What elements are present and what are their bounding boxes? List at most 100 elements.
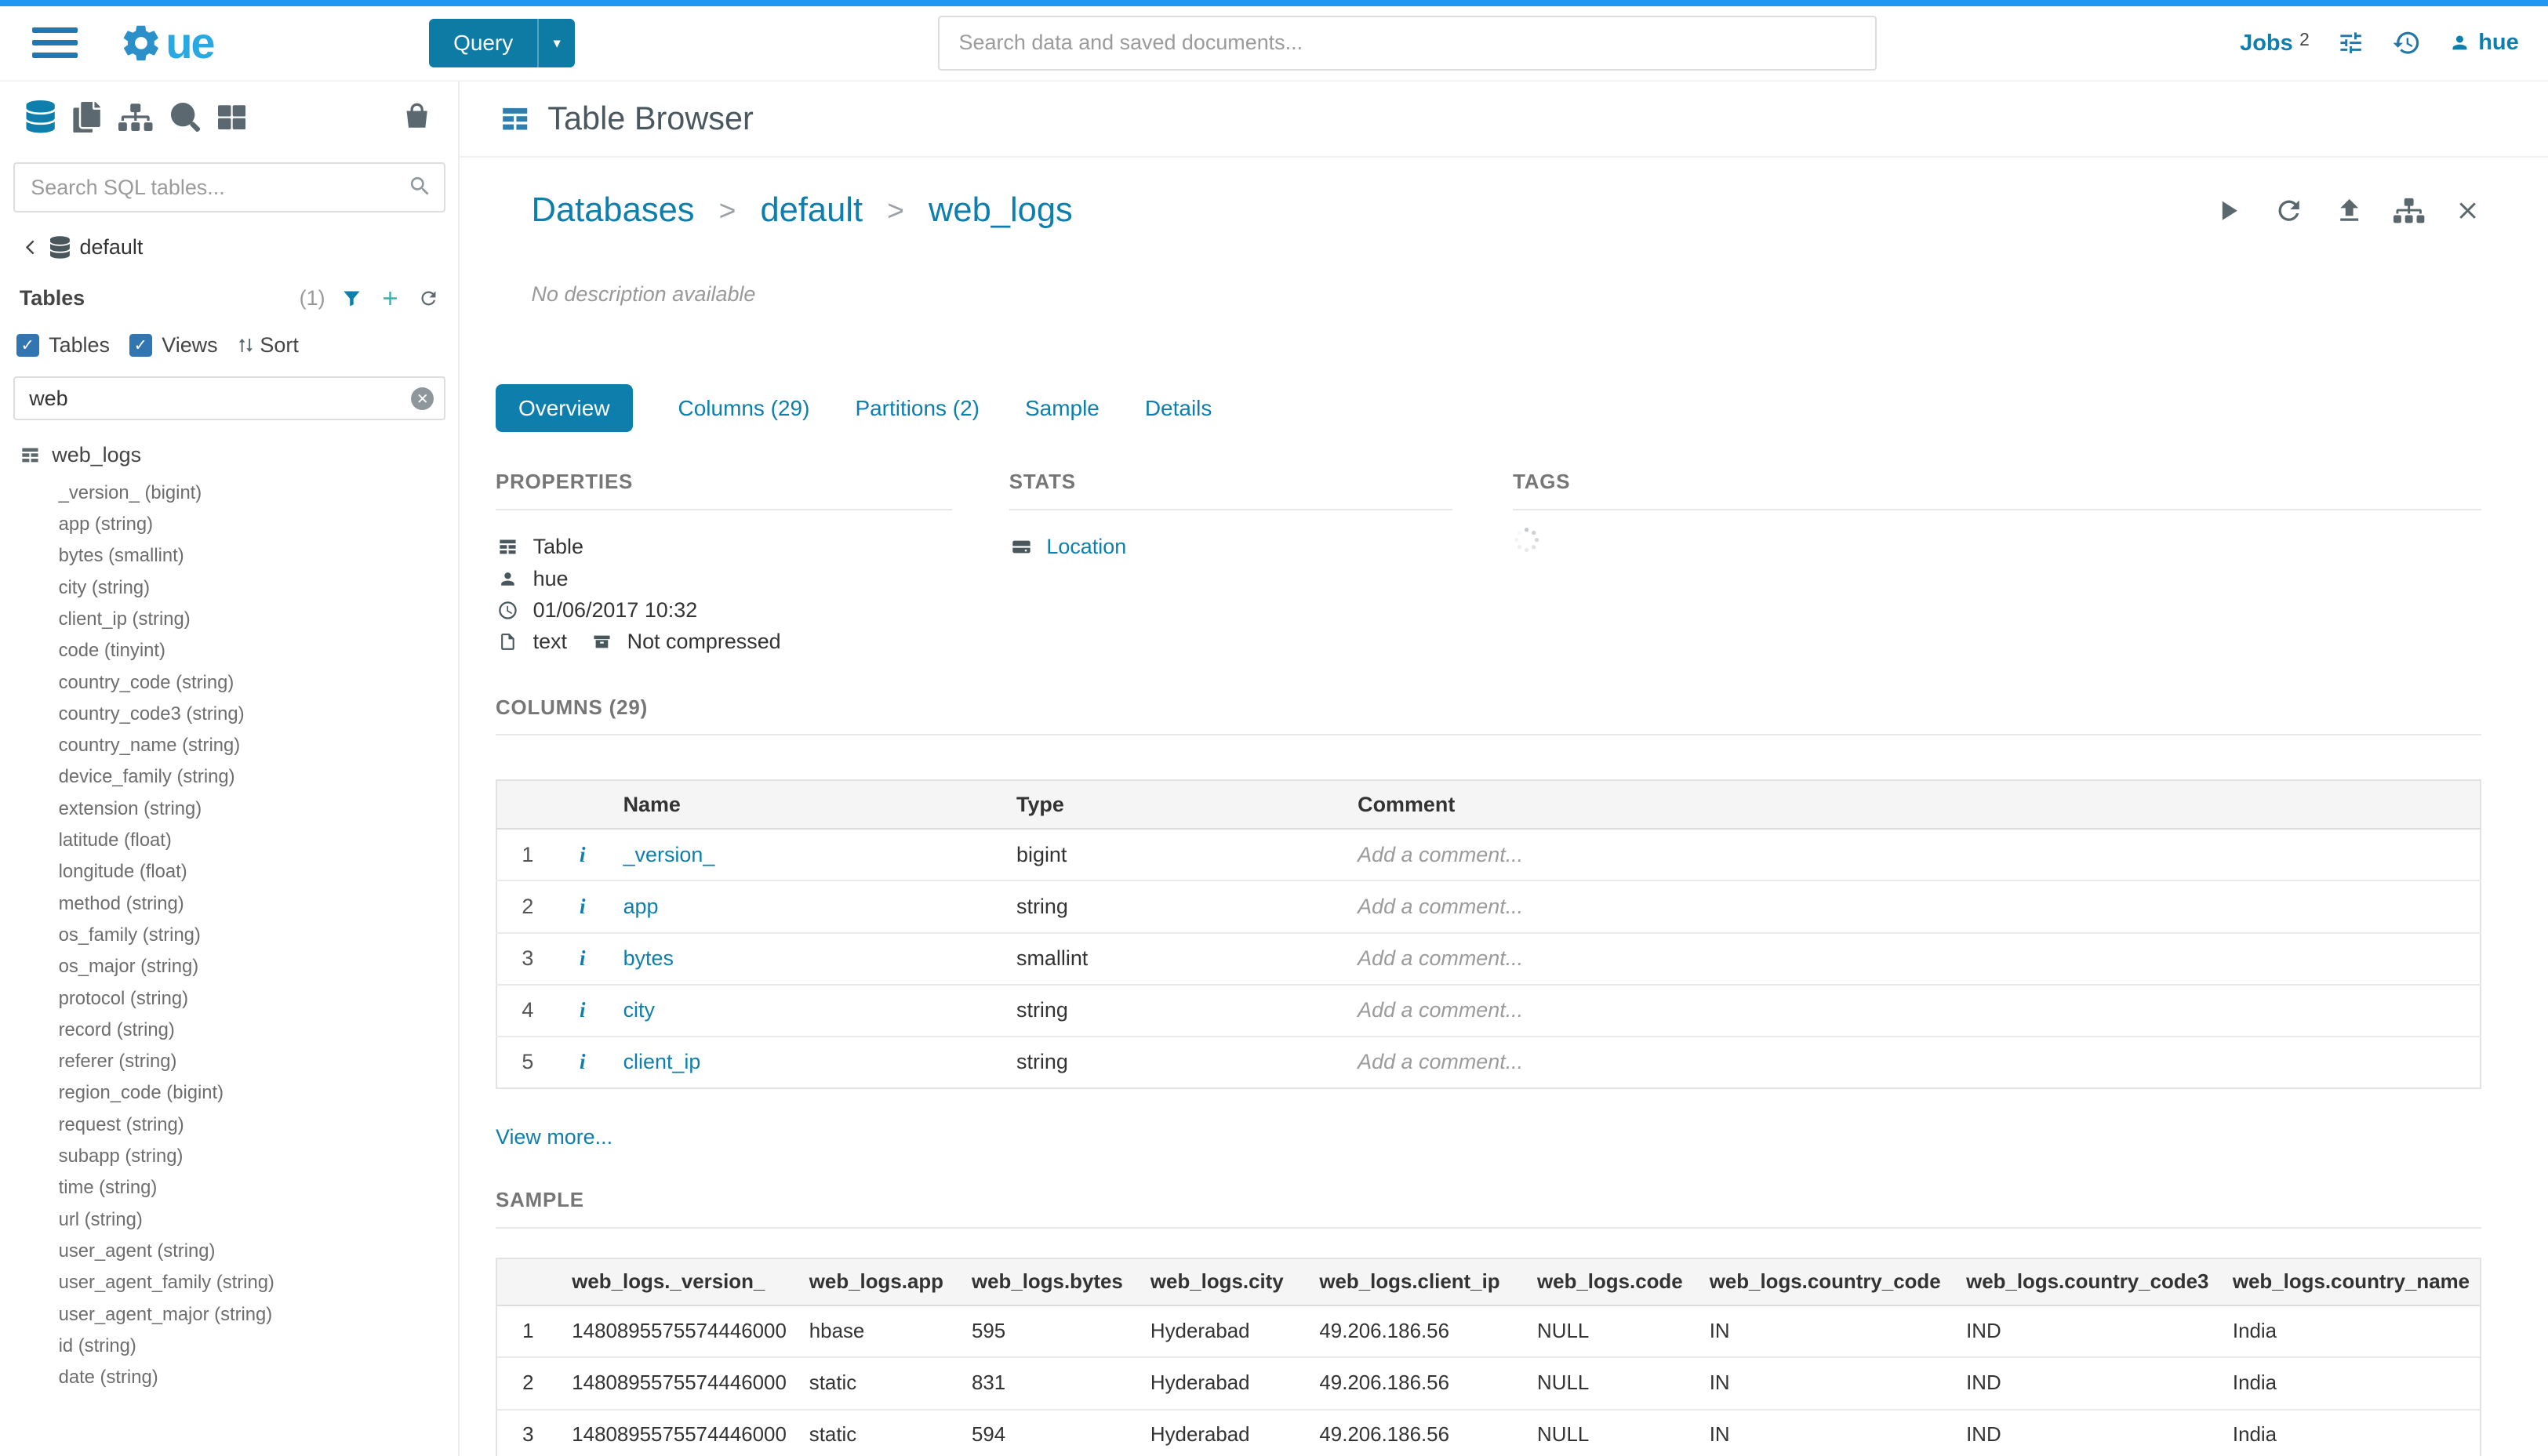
tree-column[interactable]: os_major (string) [20,951,459,982]
tab-overview[interactable]: Overview [496,384,633,432]
chevron-left-icon[interactable] [20,237,41,258]
tree-column[interactable]: _version_ (bigint) [20,477,459,509]
apps-grid-icon[interactable] [218,103,245,131]
column-comment[interactable]: Add a comment... [1341,829,2481,880]
current-database-name[interactable]: default [79,235,143,260]
column-name-link[interactable]: bytes [607,933,1000,985]
tree-column[interactable]: id (string) [20,1331,459,1362]
refresh-icon[interactable] [2274,195,2304,226]
hue-logo[interactable]: ue [120,17,289,68]
tree-column[interactable]: request (string) [20,1109,459,1141]
tab-sample[interactable]: Sample [1025,396,1100,421]
table-filter-input[interactable] [13,376,445,420]
tree-column[interactable]: device_family (string) [20,761,459,793]
sort-toggle[interactable]: Sort [237,333,298,358]
search-plus-icon[interactable] [171,103,200,132]
breadcrumb-default[interactable]: default [760,191,863,230]
upload-icon[interactable] [2334,195,2364,226]
sample-cell: NULL [1524,1305,1696,1357]
column-comment[interactable]: Add a comment... [1341,985,2481,1037]
tree-column[interactable]: subapp (string) [20,1141,459,1172]
tree-column[interactable]: user_agent_major (string) [20,1299,459,1331]
sample-table: web_logs._version_ web_logs.app web_logs… [497,1259,2481,1455]
tab-partitions[interactable]: Partitions (2) [855,396,980,421]
query-dropdown-caret-icon[interactable]: ▾ [537,19,575,67]
info-icon[interactable]: i [580,895,585,918]
tree-column[interactable]: latitude (float) [20,825,459,856]
column-type: bigint [1000,829,1341,880]
tree-column[interactable]: os_family (string) [20,920,459,951]
column-name-link[interactable]: client_ip [607,1037,1000,1088]
info-icon[interactable]: i [580,1050,585,1073]
tree-column[interactable]: time (string) [20,1172,459,1204]
info-icon[interactable]: i [580,946,585,970]
search-icon[interactable] [408,174,432,198]
column-comment[interactable]: Add a comment... [1341,1037,2481,1088]
documents-copy-icon[interactable] [73,102,100,133]
query-button-label[interactable]: Query [429,19,537,67]
tables-checkbox[interactable]: ✓ [16,334,39,357]
tree-column[interactable]: user_agent_family (string) [20,1267,459,1298]
views-checkbox[interactable]: ✓ [129,334,152,357]
column-comment[interactable]: Add a comment... [1341,933,2481,985]
user-menu[interactable]: hue [2449,30,2519,56]
table-icon [496,536,520,557]
sql-tables-search-input[interactable] [13,162,445,212]
column-name-link[interactable]: _version_ [607,829,1000,880]
tree-table-name: web_logs [52,443,141,467]
jobs-link[interactable]: Jobs2 [2240,29,2310,56]
info-icon[interactable]: i [580,843,585,866]
tree-column[interactable]: region_code (bigint) [20,1077,459,1109]
tree-column[interactable]: record (string) [20,1015,459,1046]
column-row: 4 i city string Add a comment... [496,985,2481,1037]
tree-column[interactable]: country_code3 (string) [20,699,459,730]
sample-cell: India [2219,1410,2471,1456]
sitemap-cluster-icon[interactable] [118,103,153,131]
tree-column[interactable]: date (string) [20,1362,459,1393]
tab-columns[interactable]: Columns (29) [678,396,810,421]
close-icon[interactable] [2454,197,2481,224]
tree-column[interactable]: protocol (string) [20,983,459,1015]
column-comment[interactable]: Add a comment... [1341,880,2481,932]
tree-column[interactable]: extension (string) [20,793,459,825]
tab-details[interactable]: Details [1145,396,1212,421]
tree-column[interactable]: client_ip (string) [20,604,459,635]
tree-column[interactable]: app (string) [20,509,459,540]
tree-column[interactable]: longitude (float) [20,856,459,888]
breadcrumb-web-logs[interactable]: web_logs [929,191,1073,230]
info-icon[interactable]: i [580,998,585,1022]
breadcrumb-databases[interactable]: Databases [532,191,695,230]
clear-filter-icon[interactable]: ✕ [411,387,434,410]
global-search-input[interactable] [938,16,1877,71]
property-entity-type: Table [496,532,952,563]
tree-column[interactable]: bytes (smallint) [20,540,459,572]
add-plus-icon[interactable] [379,287,402,310]
view-more-link[interactable]: View more... [496,1125,612,1149]
sliders-settings-icon[interactable] [2337,29,2364,56]
hamburger-menu-icon[interactable] [32,27,78,58]
filter-funnel-icon[interactable] [341,288,362,309]
column-row: 5 i client_ip string Add a comment... [496,1037,2481,1088]
tree-column[interactable]: city (string) [20,572,459,604]
tree-column[interactable]: code (tinyint) [20,635,459,666]
breadcrumb-separator: > [887,194,904,227]
refresh-icon[interactable] [418,288,439,309]
tree-column[interactable]: referer (string) [20,1046,459,1077]
column-row: 2 i app string Add a comment... [496,880,2481,932]
tree-column[interactable]: country_code (string) [20,667,459,699]
location-link[interactable]: Location [1046,535,1126,559]
tree-column[interactable]: user_agent (string) [20,1236,459,1267]
column-name-link[interactable]: app [607,880,1000,932]
query-button[interactable]: Query ▾ [429,19,575,67]
hierarchy-icon[interactable] [2394,198,2424,223]
tree-column[interactable]: method (string) [20,888,459,920]
tree-column[interactable]: url (string) [20,1204,459,1236]
basket-icon[interactable] [402,102,432,133]
history-icon[interactable] [2392,28,2421,57]
column-name-link[interactable]: city [607,985,1000,1037]
tree-column[interactable]: country_name (string) [20,730,459,761]
sql-database-icon[interactable] [26,100,55,133]
query-play-icon[interactable] [2212,194,2244,227]
sample-cell: Hyderabad [1137,1305,1306,1357]
tree-table-web-logs[interactable]: web_logs [20,443,459,467]
